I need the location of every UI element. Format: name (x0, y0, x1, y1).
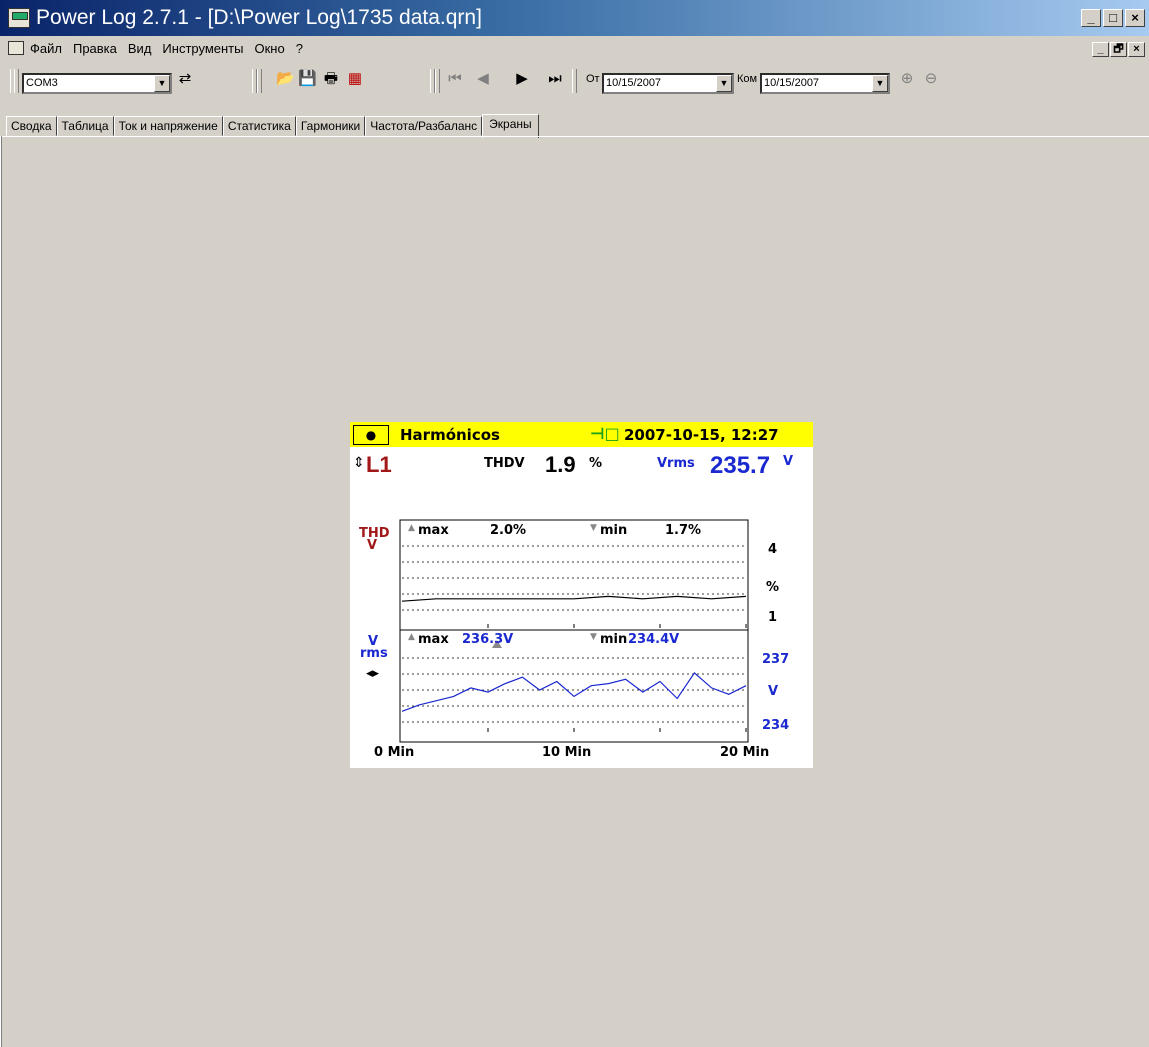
from-label: От (586, 73, 600, 85)
vrms-scale-unit: V (768, 684, 779, 699)
thd-scale-top: 4 (768, 542, 778, 557)
time-label-end: 20 Min (720, 745, 770, 760)
tab-statistics[interactable]: Статистика (222, 116, 296, 136)
thd-line-group (401, 595, 747, 602)
title-bar: Power Log 2.7.1 - [D:\Power Log\1735 dat… (0, 0, 1149, 36)
minimize-button[interactable]: _ (1081, 9, 1101, 27)
save-icon[interactable]: 💾 (298, 71, 317, 87)
tab-separator (0, 136, 1149, 137)
vrms-min-label: min (600, 632, 628, 647)
from-date-value: 10/15/2007 (606, 77, 662, 89)
chevron-down-icon[interactable]: ▼ (716, 75, 732, 92)
toolbar-grip[interactable] (572, 69, 577, 93)
vrms-scale-top: 237 (762, 652, 790, 667)
vrms-line (401, 672, 747, 712)
first-record-icon[interactable]: ⏮ (446, 71, 464, 87)
menu-tools[interactable]: Инструменты (162, 41, 243, 56)
menu-window[interactable]: Окно (254, 41, 284, 56)
tab-screens[interactable]: Экраны (482, 114, 539, 138)
tab-frequency-unbalance[interactable]: Частота/Разбаланс (365, 116, 483, 136)
toolbar: COM3 ▼ ⇄ 📂 💾 🖶 ▦ ⏮ ◀ ▶ ⏭ От 10/15/2007 ▼… (0, 63, 1149, 113)
time-label-start: 0 Min (374, 745, 415, 760)
mdi-minimize-button[interactable]: _ (1092, 42, 1109, 57)
to-date-value: 10/15/2007 (764, 77, 820, 89)
vrms-max-label: max (418, 632, 449, 647)
tab-summary[interactable]: Сводка (6, 116, 57, 136)
menu-help[interactable]: ? (296, 41, 303, 56)
app-icon[interactable] (8, 8, 30, 28)
thd-max-value: 2.0% (490, 523, 527, 538)
vrms-plot-frame (399, 629, 749, 743)
menu-file[interactable]: Файл (30, 41, 62, 56)
thd-grid (402, 545, 747, 628)
toolbar-grip[interactable] (257, 69, 262, 93)
port-value: COM3 (26, 77, 58, 89)
menu-view[interactable]: Вид (128, 41, 152, 56)
from-date-picker[interactable]: 10/15/2007 ▼ (602, 73, 734, 94)
menu-bar: Файл Правка Вид Инструменты Окно ? _ 🗗 × (0, 38, 1149, 60)
min-marker-icon: ▼ (590, 523, 597, 533)
vrms-min-value: 234.4V (628, 632, 680, 647)
tab-harmonics[interactable]: Гармоники (295, 116, 366, 136)
menu-edit[interactable]: Правка (73, 41, 117, 56)
open-folder-icon[interactable]: 📂 (276, 71, 295, 87)
port-select[interactable]: COM3 ▼ (22, 73, 172, 94)
toolbar-grip[interactable] (14, 69, 19, 93)
zoom-in-icon[interactable]: ⊕ (898, 71, 916, 87)
thd-max-label: max (418, 523, 449, 538)
print-icon[interactable]: 🖶 (322, 71, 340, 87)
thd-line (401, 595, 747, 602)
vrms-axis-label-rms: rms (360, 646, 388, 661)
vrms-max-value: 236.3V (462, 632, 514, 647)
max-marker-icon: ▲ (408, 523, 415, 533)
export-icon[interactable]: ▦ (346, 71, 364, 87)
thd-min-value: 1.7% (665, 523, 702, 538)
vrms-scale-bottom: 234 (762, 718, 790, 733)
thd-scale-unit: % (766, 580, 780, 595)
vrms-line-group (401, 672, 747, 712)
time-label-mid: 10 Min (542, 745, 592, 760)
tab-current-voltage[interactable]: Ток и напряжение (113, 116, 223, 136)
tab-bar: Сводка Таблица Ток и напряжение Статисти… (6, 114, 539, 138)
thd-min-label: min (600, 523, 628, 538)
to-label: Ком (737, 73, 758, 85)
min-marker-icon: ▼ (590, 632, 597, 642)
left-right-arrow-icon[interactable]: ◂▸ (366, 666, 379, 681)
vrms-grid (402, 657, 747, 732)
previous-icon[interactable]: ◀ (474, 71, 492, 87)
maximize-button[interactable]: □ (1103, 9, 1123, 27)
trend-charts (399, 519, 749, 743)
panel-border (0, 136, 2, 1047)
tab-table[interactable]: Таблица (56, 116, 114, 136)
chevron-down-icon[interactable]: ▼ (872, 75, 888, 92)
max-marker-icon: ▲ (408, 632, 415, 642)
connect-icon[interactable]: ⇄ (176, 71, 194, 87)
thd-scale-bottom: 1 (768, 610, 778, 625)
chevron-down-icon[interactable]: ▼ (154, 75, 170, 92)
zoom-out-icon[interactable]: ⊖ (922, 71, 940, 87)
last-record-icon[interactable]: ⏭ (546, 71, 564, 87)
mdi-close-button[interactable]: × (1128, 42, 1145, 57)
close-button[interactable]: × (1125, 9, 1145, 27)
thd-axis-label-v: V (367, 538, 378, 553)
toolbar-grip[interactable] (435, 69, 440, 93)
next-icon[interactable]: ▶ (513, 71, 531, 87)
to-date-picker[interactable]: 10/15/2007 ▼ (760, 73, 890, 94)
instrument-screen: ● Harmónicos ⊣□ 2007-10-15, 12:27 ⇕ L1 T… (350, 422, 813, 768)
window-title: Power Log 2.7.1 - [D:\Power Log\1735 dat… (36, 6, 482, 29)
document-icon[interactable] (8, 41, 24, 55)
mdi-restore-button[interactable]: 🗗 (1110, 42, 1127, 57)
